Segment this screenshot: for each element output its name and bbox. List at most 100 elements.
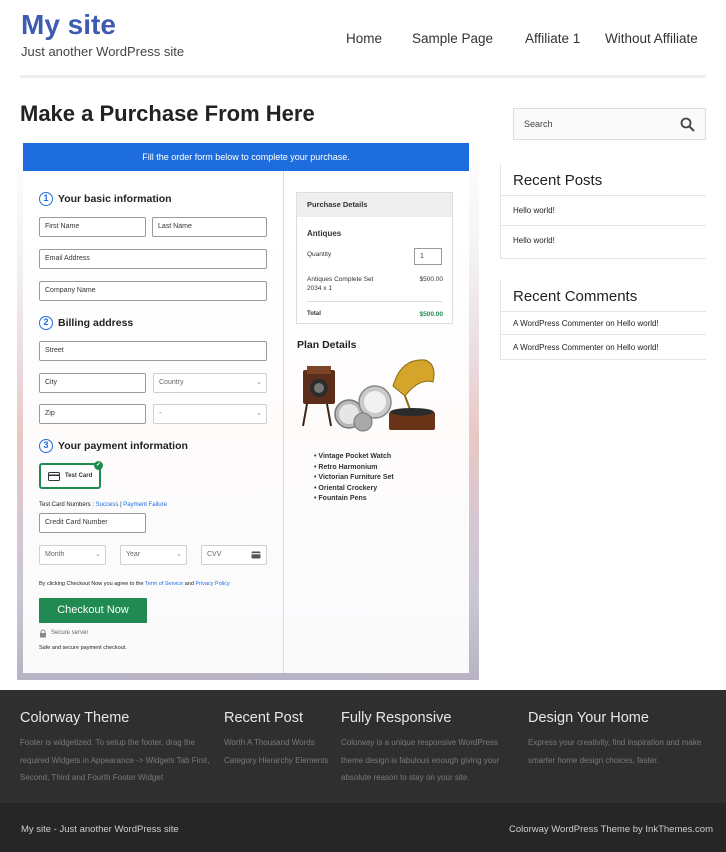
- purchase-details-heading: Purchase Details: [297, 193, 452, 217]
- form-banner: Fill the order form below to complete yo…: [23, 143, 469, 171]
- secure-server-label: Secure server: [51, 630, 89, 636]
- search-icon[interactable]: [680, 117, 695, 132]
- recent-posts-title: Recent Posts: [513, 172, 603, 189]
- total-divider: [307, 301, 442, 302]
- card-number-field[interactable]: Credit Card Number: [39, 513, 146, 533]
- plan-item-label: Victorian Furniture Set: [318, 474, 394, 481]
- step-3-number: 3: [39, 439, 53, 453]
- plan-item-label: Fountain Pens: [318, 495, 367, 502]
- site-tagline: Just another WordPress site: [21, 44, 185, 59]
- item-line-1: Antiques Complete Set: [307, 276, 374, 283]
- plan-item-label: Oriental Crockery: [318, 484, 378, 492]
- step-3-title: Your payment information: [58, 440, 188, 452]
- comment-on: on: [605, 319, 615, 328]
- quantity-label: Quantity: [307, 251, 332, 258]
- chevron-down-icon: ⌄: [176, 551, 182, 558]
- test-card-label: Test Card: [65, 473, 93, 479]
- nav-item-affiliate-1[interactable]: Affiliate 1: [525, 31, 580, 46]
- comment-author-link[interactable]: A WordPress Commenter: [513, 343, 604, 352]
- chevron-down-icon: ⌄: [95, 551, 101, 558]
- chevron-down-icon: ⌄: [256, 410, 262, 417]
- footer-col-3-text: Colorway is a unique responsive WordPres…: [341, 738, 500, 782]
- year-select[interactable]: Year ⌄: [120, 545, 187, 565]
- checkout-now-button[interactable]: Checkout Now: [39, 598, 147, 623]
- terms-and: and: [184, 581, 194, 587]
- step-1-number: 1: [39, 192, 53, 206]
- item-price: $500.00: [419, 276, 444, 283]
- sidebar-rule: [500, 195, 706, 196]
- plan-items-list: • Vintage Pocket Watch • Retro Harmonium…: [314, 452, 394, 505]
- test-numbers-label: Test Card Numbers :: [39, 502, 95, 508]
- comment-post-link[interactable]: Hello world!: [617, 319, 659, 328]
- card-icon: [251, 551, 261, 559]
- nav-item-sample-page[interactable]: Sample Page: [412, 31, 493, 46]
- recent-comment: A WordPress Commenter on Hello world!: [513, 319, 659, 328]
- terms-prefix: By clicking Checkout Now you agree to th…: [39, 581, 144, 587]
- sidebar-rule: [500, 258, 706, 259]
- footer-site-credit[interactable]: My site - Just another WordPress site: [21, 824, 179, 835]
- chevron-down-icon: ⌄: [256, 379, 262, 386]
- total-value: $500.00: [419, 311, 444, 318]
- payment-failure-link[interactable]: Payment Failure: [123, 502, 167, 508]
- cvv-placeholder: CVV: [207, 551, 222, 558]
- search-input[interactable]: Search: [513, 108, 706, 140]
- footer-col-2-title: Recent Post: [224, 710, 303, 726]
- month-select[interactable]: Month ⌄: [39, 545, 106, 565]
- column-divider: [283, 171, 284, 673]
- sidebar-rule: [500, 334, 706, 335]
- plan-item: • Oriental Crockery: [314, 484, 378, 492]
- nav-item-home[interactable]: Home: [346, 31, 382, 46]
- street-field[interactable]: Street: [39, 341, 267, 361]
- month-select-value: Month: [45, 551, 65, 558]
- country-select[interactable]: Country ⌄: [153, 373, 267, 393]
- footer-col-3-title: Fully Responsive: [341, 710, 452, 726]
- plan-item: • Victorian Furniture Set: [314, 474, 394, 481]
- email-field[interactable]: Email Address: [39, 249, 267, 269]
- plan-item-label: Retro Harmonium: [318, 463, 378, 471]
- terms-text: By clicking Checkout Now you agree to th…: [39, 581, 230, 587]
- sidebar-rule: [500, 311, 706, 312]
- total-label: Total: [307, 311, 321, 317]
- cvv-field[interactable]: CVV: [201, 545, 267, 565]
- site-title[interactable]: My site: [21, 9, 116, 41]
- step-2-title: Billing address: [58, 317, 134, 329]
- product-name: Antiques: [307, 229, 342, 238]
- company-field[interactable]: Company Name: [39, 281, 267, 301]
- purchase-details-panel: Purchase Details Antiques Quantity 1 Ant…: [296, 192, 453, 324]
- city-field[interactable]: City: [39, 373, 146, 393]
- antiques-image: [302, 359, 435, 432]
- recent-post-link[interactable]: Hello world!: [513, 206, 555, 215]
- credit-card-icon: [48, 472, 60, 481]
- last-name-field[interactable]: Last Name: [152, 217, 267, 237]
- secure-checkout-note: Safe and secure payment checkout.: [39, 645, 127, 651]
- plan-item: • Retro Harmonium: [314, 463, 378, 471]
- comment-author-link[interactable]: A WordPress Commenter: [513, 319, 604, 328]
- footer-col-2-text: Worth A Thousand Words Category Hierarch…: [224, 738, 329, 765]
- state-select-value: -: [159, 410, 162, 417]
- privacy-policy-link[interactable]: Privacy Policy: [195, 581, 229, 587]
- zip-field[interactable]: Zip: [39, 404, 146, 424]
- country-select-value: Country: [159, 379, 184, 386]
- item-line-2: 2034 x 1: [307, 285, 332, 292]
- nav-item-without-affiliate[interactable]: Without Affiliate: [605, 31, 698, 46]
- sidebar-divider: [500, 164, 501, 259]
- plan-details-title: Plan Details: [297, 339, 357, 351]
- lock-icon: [40, 629, 46, 638]
- sidebar-rule: [500, 359, 706, 360]
- terms-of-service-link[interactable]: Term of Service: [145, 581, 183, 587]
- state-select[interactable]: - ⌄: [153, 404, 267, 424]
- link-separator: |: [120, 502, 122, 508]
- success-link[interactable]: Success: [96, 502, 119, 508]
- step-2-number: 2: [39, 316, 53, 330]
- test-card-option[interactable]: ✓ Test Card: [39, 461, 103, 489]
- plan-item: • Vintage Pocket Watch: [314, 453, 392, 460]
- footer-col-4-text: Express your creativity, find inspiratio…: [528, 738, 702, 765]
- page-title: Make a Purchase From Here: [20, 101, 315, 126]
- comment-post-link[interactable]: Hello world!: [617, 343, 659, 352]
- header-divider: [20, 75, 706, 78]
- quantity-input[interactable]: 1: [414, 248, 442, 265]
- recent-post-link[interactable]: Hello world!: [513, 236, 555, 245]
- footer-theme-credit[interactable]: Colorway WordPress Theme by InkThemes.co…: [509, 824, 713, 835]
- first-name-field[interactable]: First Name: [39, 217, 146, 237]
- footer-col-4-title: Design Your Home: [528, 710, 649, 726]
